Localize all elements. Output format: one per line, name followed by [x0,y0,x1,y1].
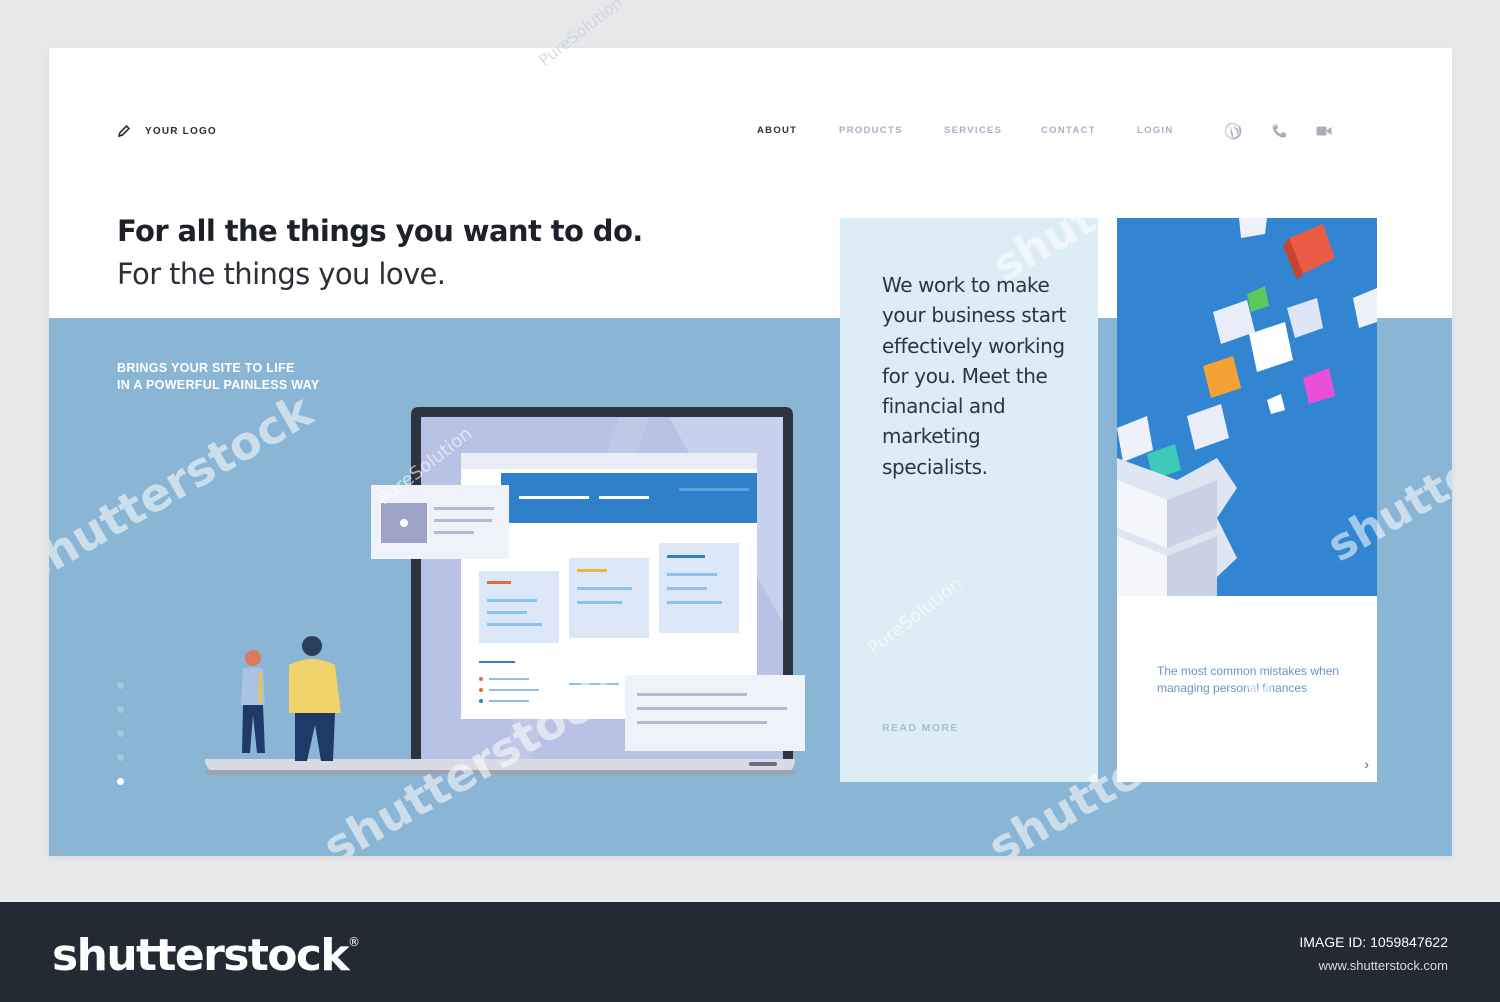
article-title[interactable]: The most common mistakes when managing p… [1157,663,1347,697]
tagline-line-1: BRINGS YOUR SITE TO LIFE [117,361,295,375]
nav-products[interactable]: PRODUCTS [839,125,903,136]
phone-icon[interactable] [1270,122,1288,140]
footer-brand-logo: shutterstock® [52,930,360,981]
info-card: We work to make your business start effe… [840,218,1098,782]
slider-dot-3[interactable] [117,730,124,737]
stock-footer: shutterstock® IMAGE ID: 1059847622 www.s… [0,902,1500,1002]
nav-contact[interactable]: CONTACT [1041,125,1096,136]
slider-dot-2[interactable] [117,706,124,713]
image-id: IMAGE ID: 1059847622 [1299,934,1448,950]
logo-text: YOUR LOGO [145,125,217,137]
chevron-right-icon[interactable]: › [1364,756,1369,772]
article-card-image [1117,218,1377,596]
footer-brand-text: shutterstock [52,930,350,981]
globe-icon[interactable] [1224,122,1242,140]
logo[interactable]: YOUR LOGO [117,124,217,138]
hero-tagline: BRINGS YOUR SITE TO LIFE IN A POWERFUL P… [117,360,417,394]
slider-dot-4[interactable] [117,754,124,761]
laptop-illustration [205,407,805,775]
nav-services[interactable]: SERVICES [944,125,1002,136]
page-subtitle: For the things you love. [117,257,446,291]
nav-login[interactable]: LOGIN [1137,125,1174,136]
page-title: For all the things you want to do. [117,214,643,248]
cubes-illustration [1117,218,1377,596]
registered-mark: ® [348,935,361,949]
read-more-link[interactable]: READ MORE [882,722,959,734]
info-card-text: We work to make your business start effe… [882,273,1066,479]
nav-about[interactable]: ABOUT [757,125,797,136]
slider-dot-1[interactable] [117,682,124,689]
tagline-line-2: IN A POWERFUL PAINLESS WAY [117,378,320,392]
slider-dot-5[interactable] [117,778,124,785]
article-card[interactable]: The most common mistakes when managing p… [1117,218,1377,782]
landing-page-card: YOUR LOGO ABOUT PRODUCTS SERVICES CONTAC… [49,48,1452,856]
footer-url: www.shutterstock.com [1318,958,1448,973]
pencil-icon [117,124,131,138]
video-icon[interactable] [1315,122,1333,140]
